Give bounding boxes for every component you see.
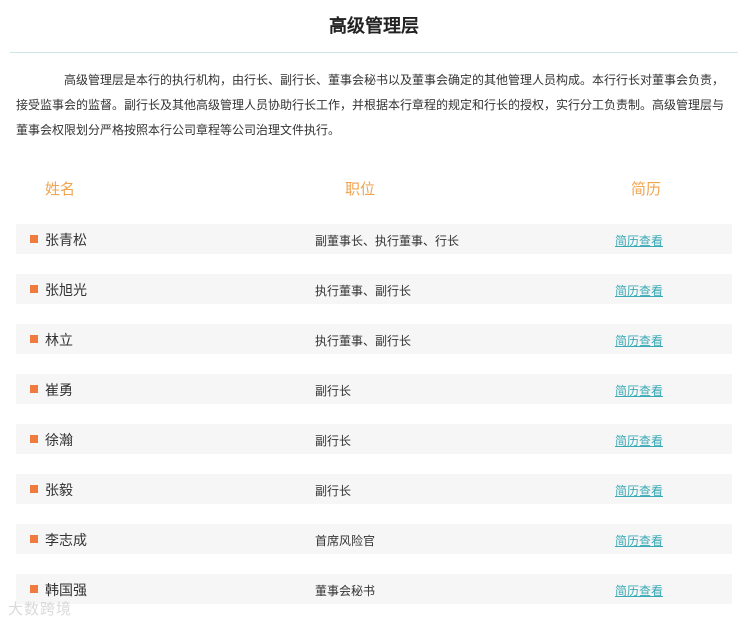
executive-name: 韩国强	[45, 583, 87, 599]
header-resume: 简历	[631, 180, 662, 198]
bullet-icon	[30, 235, 38, 243]
executive-name: 张青松	[45, 233, 87, 249]
resume-link[interactable]: 简历查看	[615, 482, 663, 499]
executive-position: 执行董事、副行长	[315, 334, 412, 348]
executive-name: 徐瀚	[45, 433, 73, 449]
header-name: 姓名	[45, 180, 76, 198]
resume-link[interactable]: 简历查看	[615, 232, 663, 249]
executive-position: 首席风险官	[315, 534, 376, 548]
resume-link[interactable]: 简历查看	[615, 382, 663, 399]
bullet-icon	[30, 335, 38, 343]
bullet-icon	[30, 285, 38, 293]
resume-link[interactable]: 简历查看	[615, 432, 663, 449]
intro-paragraph: 高级管理层是本行的执行机构，由行长、副行长、董事会秘书以及董事会确定的其他管理人…	[16, 73, 725, 137]
executive-position: 副行长	[315, 434, 352, 448]
watermark: 大数跨境	[8, 600, 73, 618]
executive-name: 张旭光	[45, 283, 87, 299]
page-title: 高级管理层	[329, 16, 419, 37]
table-row: 韩国强 董事会秘书 简历查看	[16, 574, 732, 604]
resume-link[interactable]: 简历查看	[615, 582, 663, 599]
executive-position: 副董事长、执行董事、行长	[315, 234, 460, 248]
executive-position: 董事会秘书	[315, 584, 376, 598]
table-row: 张青松 副董事长、执行董事、行长 简历查看	[16, 224, 732, 254]
table-row: 张毅 副行长 简历查看	[16, 474, 732, 504]
table-row: 李志成 首席风险官 简历查看	[16, 524, 732, 554]
executive-name: 林立	[45, 333, 73, 349]
bullet-icon	[30, 435, 38, 443]
executive-position: 副行长	[315, 384, 352, 398]
executive-list: 张青松 副董事长、执行董事、行长 简历查看 张旭光 执行董事、副行长 简历查看 …	[16, 224, 732, 623]
resume-link[interactable]: 简历查看	[615, 332, 663, 349]
table-row: 崔勇 副行长 简历查看	[16, 374, 732, 404]
table-row: 徐瀚 副行长 简历查看	[16, 424, 732, 454]
table-row: 张旭光 执行董事、副行长 简历查看	[16, 274, 732, 304]
table-header: 姓名 职位 简历	[0, 178, 748, 202]
bullet-icon	[30, 535, 38, 543]
executive-name: 崔勇	[45, 383, 73, 399]
title-divider	[10, 52, 738, 53]
resume-link[interactable]: 简历查看	[615, 282, 663, 299]
resume-link[interactable]: 简历查看	[615, 532, 663, 549]
header-position: 职位	[345, 180, 376, 198]
table-row: 林立 执行董事、副行长 简历查看	[16, 324, 732, 354]
bullet-icon	[30, 585, 38, 593]
bullet-icon	[30, 485, 38, 493]
executive-position: 执行董事、副行长	[315, 284, 412, 298]
executive-name: 李志成	[45, 533, 87, 549]
bullet-icon	[30, 385, 38, 393]
executive-name: 张毅	[45, 483, 73, 499]
executive-position: 副行长	[315, 484, 352, 498]
